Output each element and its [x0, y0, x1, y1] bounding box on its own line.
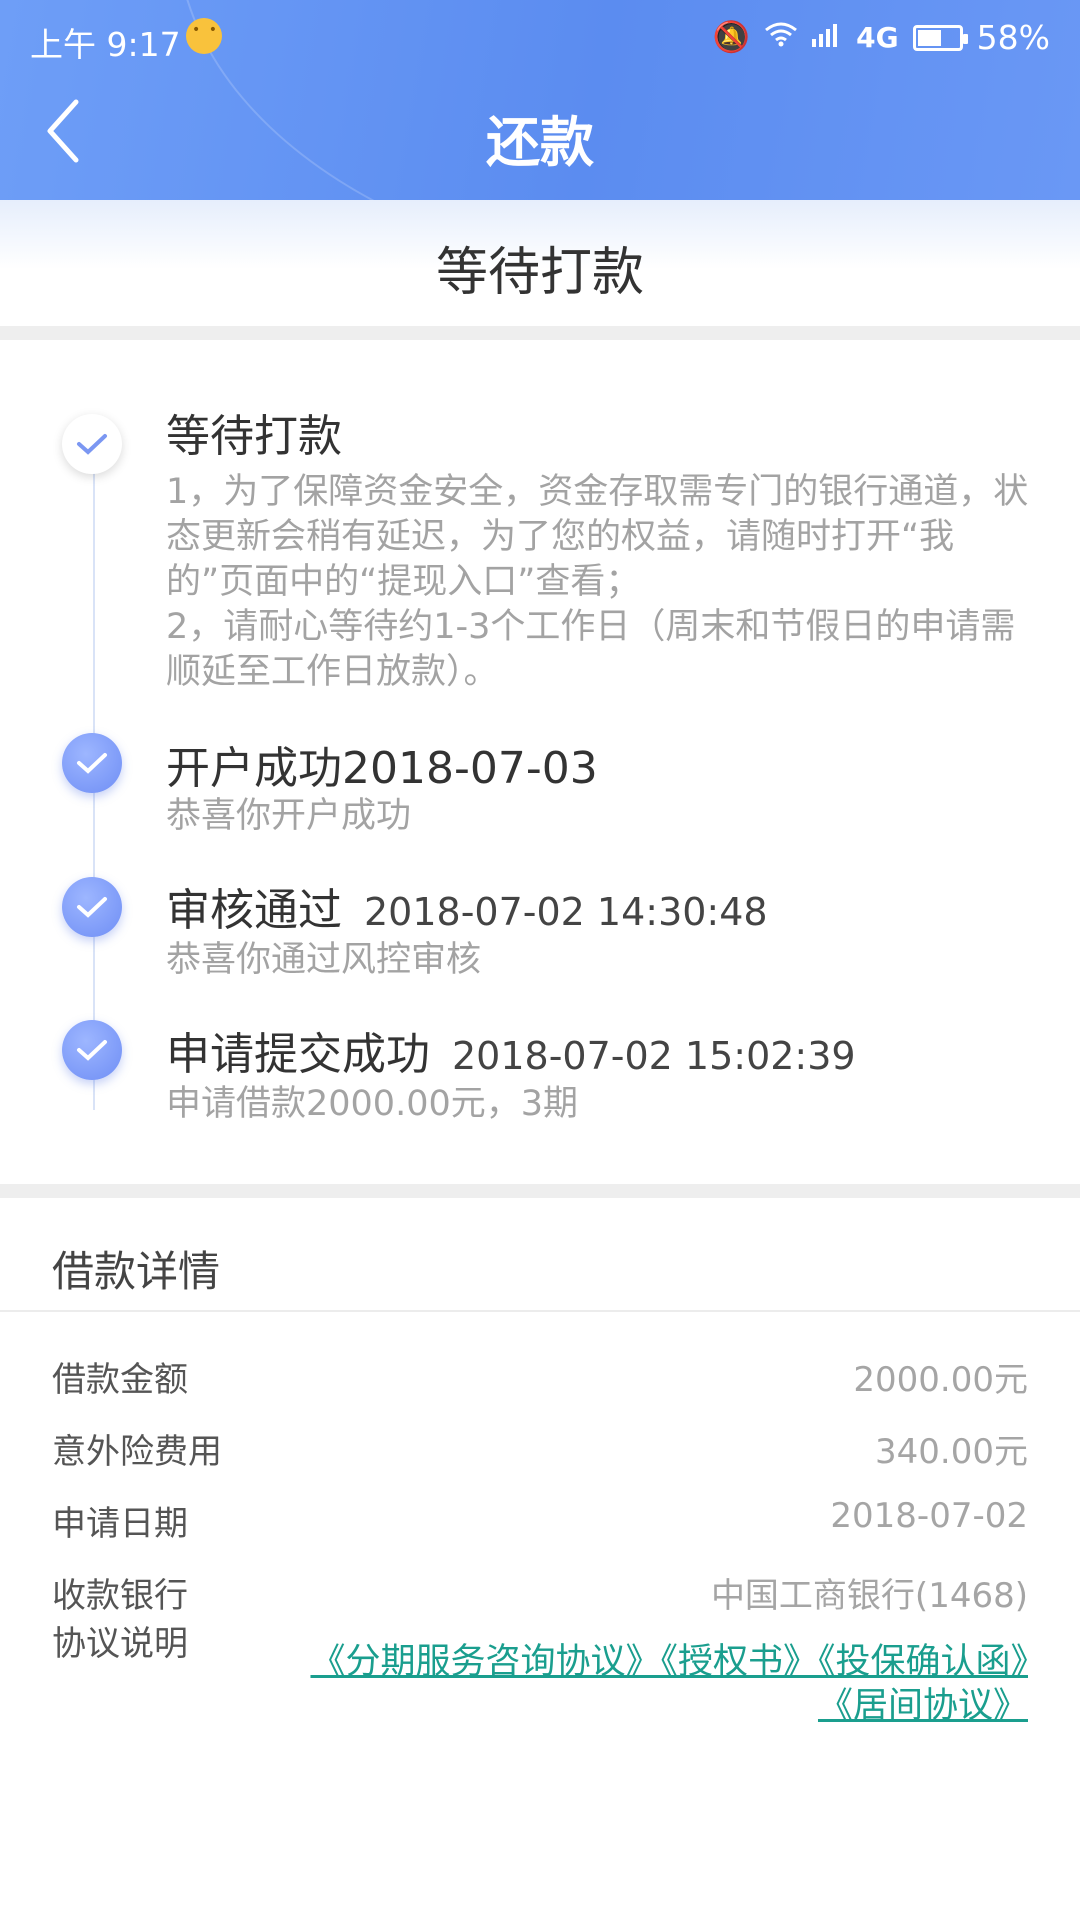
detail-value: 2018-07-02: [830, 1496, 1028, 1536]
status-header-text: 等待打款: [435, 243, 644, 303]
notification-emoji-icon: [186, 18, 222, 54]
step-title: 等待打款: [166, 411, 342, 462]
status-icons: 🔕 4G 58%: [713, 18, 1050, 57]
detail-value: 340.00元: [875, 1432, 1028, 1472]
battery-icon: [912, 24, 968, 51]
step-description: 申请借款2000.00元，3期: [166, 1084, 579, 1124]
section-divider: [0, 326, 1080, 340]
step-description: 恭喜你通过风控审核: [166, 940, 482, 980]
detail-row-insurance: 意外险费用 340.00元: [52, 1424, 1028, 1472]
step-description: 恭喜你开户成功: [166, 796, 412, 836]
detail-label: 借款金额: [52, 1360, 188, 1400]
progress-timeline: 等待打款 1，为了保障资金安全，资金存取需专门的银行通道，状态更新会稍有延迟，为…: [0, 340, 1080, 1180]
divider: [0, 1310, 1080, 1312]
detail-label: 意外险费用: [52, 1432, 222, 1472]
check-icon: [62, 877, 122, 937]
status-header: 等待打款: [0, 200, 1080, 326]
step-title: 审核通过 2018-07-02 14:30:48: [166, 885, 768, 936]
step-title: 开户成功2018-07-03: [166, 743, 598, 794]
wifi-icon: [764, 20, 798, 55]
detail-row-amount: 借款金额 2000.00元: [52, 1352, 1028, 1400]
detail-value: 中国工商银行(1468): [710, 1576, 1028, 1616]
check-icon: [62, 414, 122, 474]
status-bar: 上午 9:17 🔕 4G 58%: [0, 0, 1080, 76]
detail-label: 收款银行: [52, 1576, 188, 1616]
detail-row-bank: 收款银行 中国工商银行(1468): [52, 1568, 1028, 1616]
loan-details-title: 借款详情: [52, 1247, 221, 1296]
agreement-links[interactable]: 《分期服务咨询协议》《授权书》《投保确认函》《居间协议》: [308, 1640, 1028, 1728]
step-timestamp: 2018-07-02 15:02:39: [452, 1034, 856, 1078]
battery-percent: 58%: [976, 18, 1050, 57]
detail-value: 2000.00元: [853, 1360, 1028, 1400]
page-title: 还款: [486, 111, 594, 174]
detail-label: 申请日期: [52, 1504, 188, 1544]
agreement-label: 协议说明: [52, 1624, 188, 1664]
section-divider: [0, 1184, 1080, 1198]
app-header: 上午 9:17 🔕 4G 58% 还款: [0, 0, 1080, 200]
bell-muted-icon: 🔕: [712, 20, 751, 55]
status-time: 上午 9:17: [30, 25, 181, 64]
network-type: 4G: [856, 21, 899, 54]
step-description: 1，为了保障资金安全，资金存取需专门的银行通道，状态更新会稍有延迟，为了您的权益…: [166, 472, 1029, 692]
check-icon: [62, 733, 122, 793]
detail-row-date: 申请日期 2018-07-02: [52, 1496, 1028, 1544]
step-timestamp: 2018-07-02 14:30:48: [364, 890, 768, 934]
check-icon: [62, 1020, 122, 1080]
step-title: 申请提交成功 2018-07-02 15:02:39: [166, 1029, 856, 1080]
signal-icon: [812, 20, 842, 55]
